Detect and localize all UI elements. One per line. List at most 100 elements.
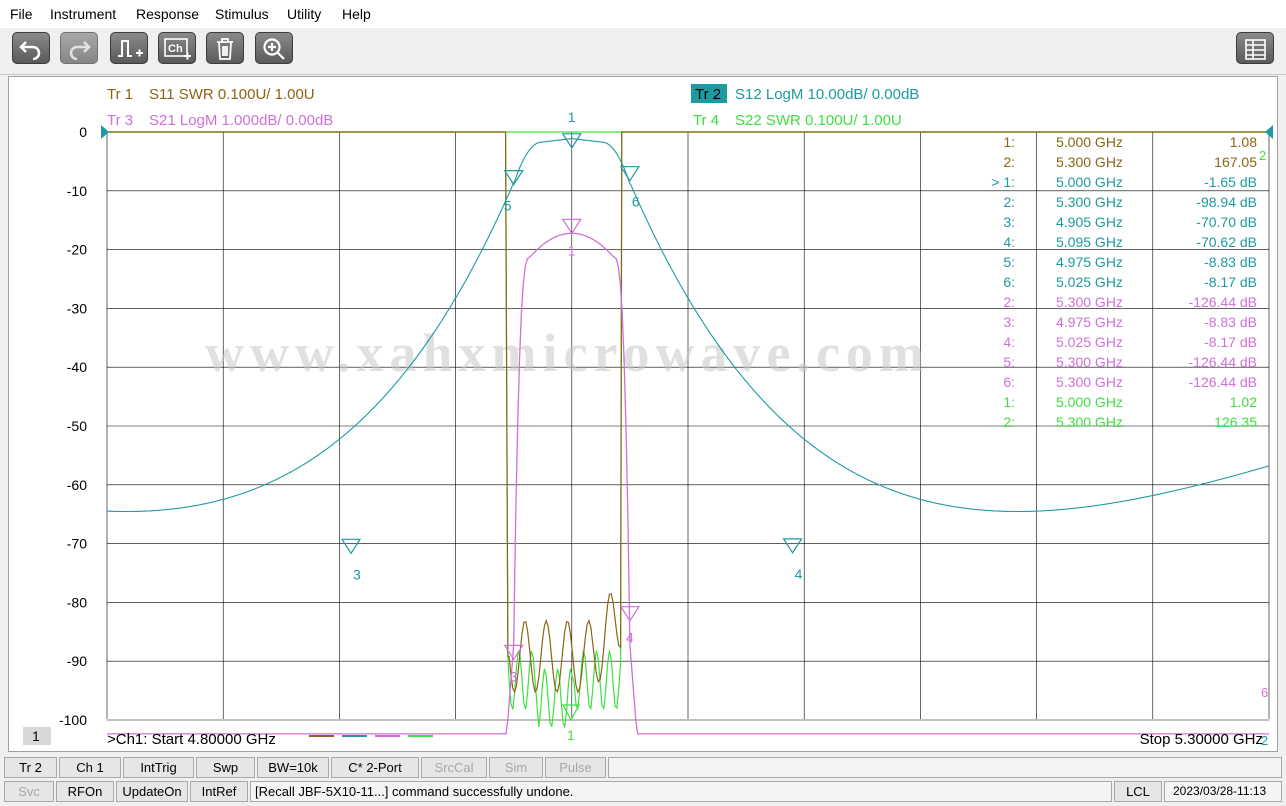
tr4-desc[interactable]: S22 SWR 0.100U/ 1.00U <box>735 112 902 129</box>
tr2-desc[interactable]: S12 LogM 10.00dB/ 0.00dB <box>735 86 919 103</box>
s12-marker-1-label: 1 <box>568 109 576 125</box>
lcl-indicator: LCL <box>1114 781 1162 802</box>
marker-row-value: -8.17 dB <box>1204 274 1257 290</box>
trash-icon <box>217 38 233 60</box>
svg-text:Ch: Ch <box>168 43 183 55</box>
tr4-label[interactable]: Tr 4 <box>693 112 719 129</box>
marker-row-freq: 4.975 GHz <box>1056 254 1123 270</box>
trigger-button[interactable]: IntTrig <box>123 757 194 778</box>
menu-response[interactable]: Response <box>136 6 199 22</box>
y-tick-label: 0 <box>79 124 87 140</box>
marker-row-freq: 5.000 GHz <box>1056 394 1123 410</box>
plot-svg: www.xahxmicrowave.com 0 -10 -20 -30 -40 -50 -6… <box>23 84 1273 748</box>
marker-row-value: 1.08 <box>1230 134 1257 150</box>
s12-marker-3 <box>340 538 362 555</box>
zoom-button[interactable] <box>255 32 293 64</box>
marker-row-value: -70.70 dB <box>1196 214 1257 230</box>
stop-frequency[interactable]: Stop 5.30000 GHz <box>1140 731 1263 748</box>
menu-help[interactable]: Help <box>342 6 371 22</box>
svc-button[interactable]: Svc <box>4 781 54 802</box>
rf-on-button[interactable]: RFOn <box>56 781 114 802</box>
calibration-button[interactable]: C* 2-Port <box>331 757 419 778</box>
grid-menu-button[interactable] <box>1236 32 1274 64</box>
y-tick-label: -70 <box>67 536 87 552</box>
pulse-button[interactable]: Pulse <box>545 757 606 778</box>
marker-row-freq: 5.000 GHz <box>1056 134 1123 150</box>
marker-row-freq: 5.000 GHz <box>1056 174 1123 190</box>
s12-marker-3-label: 3 <box>353 566 361 582</box>
marker-row-id: 2: <box>1003 414 1015 430</box>
marker-row-id: 3: <box>1003 214 1015 230</box>
int-ref-button[interactable]: IntRef <box>190 781 248 802</box>
tr1-label[interactable]: Tr 1 <box>107 86 133 103</box>
marker-row-id: 2: <box>1003 194 1015 210</box>
menu-stimulus[interactable]: Stimulus <box>215 6 269 22</box>
src-cal-button[interactable]: SrcCal <box>421 757 487 778</box>
channel-select-button[interactable]: Ch 1 <box>59 757 121 778</box>
y-tick-label: -60 <box>67 477 87 493</box>
s12-marker-6-label: 6 <box>632 194 640 210</box>
tr3-desc[interactable]: S21 LogM 1.000dB/ 0.00dB <box>149 112 333 129</box>
s22-marker-1-label: 1 <box>567 727 575 743</box>
marker-row-value: -8.83 dB <box>1204 314 1257 330</box>
update-on-button[interactable]: UpdateOn <box>116 781 188 802</box>
channel-add-button[interactable]: Ch <box>158 32 196 64</box>
marker-table: 1: 5.000 GHz 1.08 2: 5.300 GHz 167.05 > 1: 5.00… <box>991 134 1257 430</box>
channel-add-icon: Ch <box>164 38 191 60</box>
tr2-label[interactable]: Tr 2 <box>695 86 721 103</box>
menu-file[interactable]: File <box>10 6 33 22</box>
y-axis-ticks: 0 -10 -20 -30 -40 -50 -60 -70 -80 -90 -100 <box>59 124 87 728</box>
redo-icon <box>69 41 91 60</box>
zoom-in-icon <box>263 38 285 60</box>
marker-row-freq: 5.025 GHz <box>1056 274 1123 290</box>
marker-row-id: 5: <box>1003 354 1015 370</box>
marker-row-value: -126.44 dB <box>1189 374 1258 390</box>
undo-icon <box>19 41 41 60</box>
marker-row-freq: 5.300 GHz <box>1056 354 1123 370</box>
marker-row-value: -98.94 dB <box>1196 194 1257 210</box>
menu-utility[interactable]: Utility <box>287 6 321 22</box>
marker-row-freq: 5.095 GHz <box>1056 234 1123 250</box>
date-time: 2023/03/28-11:13 <box>1164 781 1282 802</box>
sweep-button[interactable]: Swp <box>196 757 255 778</box>
y-tick-label: -30 <box>67 300 87 316</box>
window-number[interactable]: 1 <box>32 728 40 744</box>
marker-row-id: 1: <box>1003 394 1015 410</box>
marker-row-value: -126.44 dB <box>1189 294 1258 310</box>
s12-marker-4 <box>782 538 803 554</box>
marker-row-value: 126.35 <box>1214 414 1257 430</box>
s22-marker-2-label: 2 <box>1259 148 1266 163</box>
undo-button[interactable] <box>12 32 50 64</box>
sim-button[interactable]: Sim <box>489 757 543 778</box>
s21-marker-2-label: 6 <box>1261 685 1268 700</box>
tr3-label[interactable]: Tr 3 <box>107 112 133 129</box>
marker-row-id: 6: <box>1003 274 1015 290</box>
marker-row-id: > 1: <box>991 174 1015 190</box>
marker-row-id: 2: <box>1003 154 1015 170</box>
marker-row-value: 1.02 <box>1230 394 1257 410</box>
y-tick-label: -50 <box>67 418 87 434</box>
trace-select-button[interactable]: Tr 2 <box>4 757 57 778</box>
marker-row-freq: 5.300 GHz <box>1056 294 1123 310</box>
marker-row-id: 4: <box>1003 234 1015 250</box>
plot-area[interactable]: www.xahxmicrowave.com 0 -10 -20 -30 -40 -50 -6… <box>8 76 1278 752</box>
grid-menu-icon <box>1245 39 1266 60</box>
y-tick-label: -100 <box>59 712 87 728</box>
tr1-desc[interactable]: S11 SWR 0.100U/ 1.00U <box>149 86 315 103</box>
delete-button[interactable] <box>206 32 244 64</box>
start-frequency[interactable]: >Ch1: Start 4.80000 GHz <box>107 731 276 748</box>
marker-row-id: 4: <box>1003 334 1015 350</box>
bandwidth-button[interactable]: BW=10k <box>257 757 329 778</box>
y-tick-label: -40 <box>67 359 87 375</box>
marker-add-button[interactable] <box>110 32 148 64</box>
menu-instrument[interactable]: Instrument <box>50 6 116 22</box>
marker-row-value: 167.05 <box>1214 154 1257 170</box>
status-spacer <box>608 757 1282 778</box>
status-bar-top: Tr 2 Ch 1 IntTrig Swp BW=10k C* 2-Port S… <box>0 756 1286 780</box>
s12-marker-4-label: 4 <box>795 566 803 582</box>
trace-markers: 1 3 4 5 6 1 3 4 <box>340 109 803 684</box>
s21-marker-1-label: 1 <box>568 242 576 258</box>
redo-button[interactable] <box>60 32 98 64</box>
s21-marker-3-label: 3 <box>510 668 518 684</box>
s21-marker-4-label: 4 <box>626 630 634 646</box>
